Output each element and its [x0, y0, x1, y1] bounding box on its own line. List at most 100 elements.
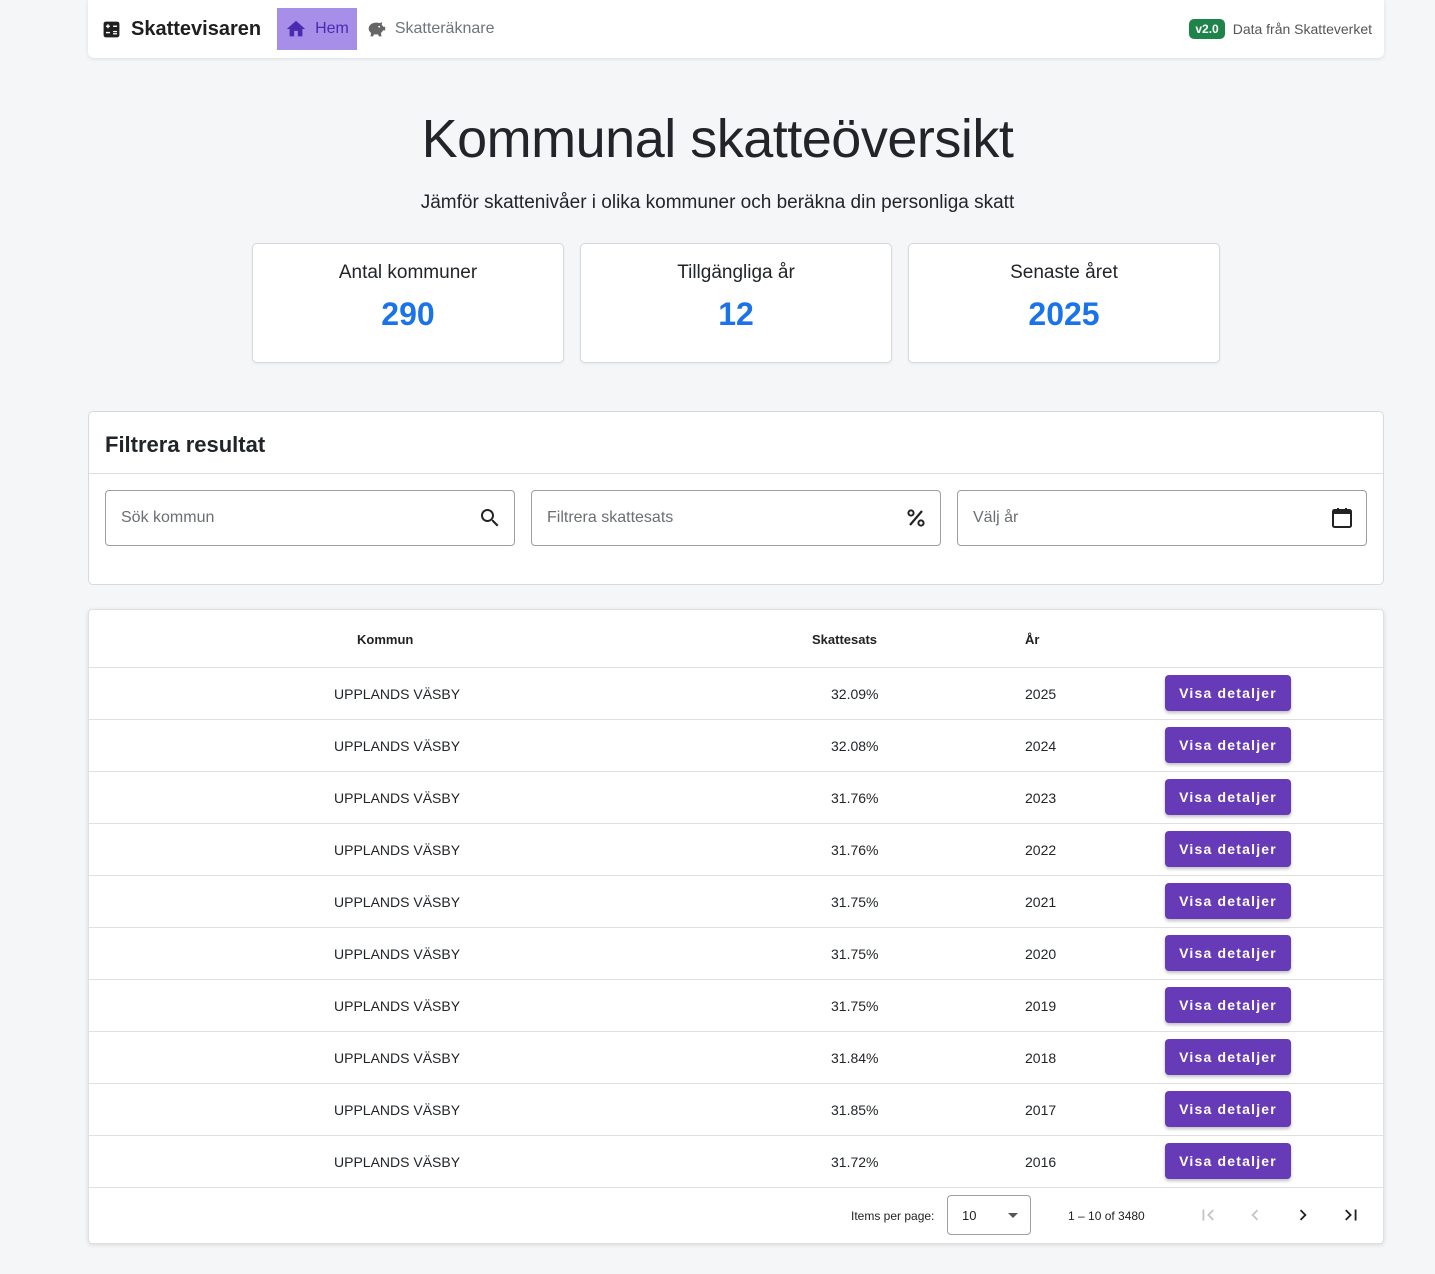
- items-per-page-label: Items per page:: [851, 1209, 935, 1223]
- table-row: UPPLANDS VÄSBY 31.75% 2019 Visa detaljer: [89, 980, 1383, 1032]
- nav-link-label: Skatteräknare: [394, 20, 495, 37]
- table-header: Kommun Skattesats År: [89, 610, 1383, 668]
- table-row: UPPLANDS VÄSBY 31.75% 2021 Visa detaljer: [89, 876, 1383, 928]
- cell-kommun: UPPLANDS VÄSBY: [334, 738, 461, 754]
- first-page-icon: [1202, 1209, 1214, 1221]
- stat-label: Antal kommuner: [338, 262, 478, 283]
- results-table: Kommun Skattesats År UPPLANDS VÄSBY 32.09…: [88, 609, 1384, 1244]
- year-input[interactable]: [973, 509, 1330, 527]
- visa-detaljer-button[interactable]: Visa detaljer: [1165, 883, 1291, 919]
- cell-ar: 2016: [1025, 1154, 1057, 1170]
- visa-detaljer-button[interactable]: Visa detaljer: [1165, 1091, 1291, 1127]
- cell-kommun: UPPLANDS VÄSBY: [334, 1050, 461, 1066]
- items-per-page-select[interactable]: 10: [947, 1195, 1031, 1235]
- cell-skattesats: 32.09%: [831, 686, 879, 702]
- cell-kommun: UPPLANDS VÄSBY: [334, 842, 461, 858]
- last-page-icon: [1345, 1209, 1357, 1221]
- cell-ar: 2017: [1025, 1102, 1057, 1118]
- filter-card: Filtrera resultat: [88, 411, 1384, 585]
- cell-kommun: UPPLANDS VÄSBY: [334, 790, 461, 806]
- cell-skattesats: 31.72%: [831, 1154, 879, 1170]
- cell-ar: 2018: [1025, 1050, 1057, 1066]
- cell-ar: 2021: [1025, 894, 1057, 910]
- cell-kommun: UPPLANDS VÄSBY: [334, 686, 461, 702]
- dropdown-arrow-icon: [1008, 1212, 1018, 1218]
- calculator-icon: [103, 21, 120, 37]
- stat-card-kommuner: Antal kommuner 290: [252, 243, 564, 363]
- stat-label: Senaste året: [1010, 262, 1118, 283]
- rate-input[interactable]: [547, 509, 904, 527]
- nav-link-hem[interactable]: Hem: [277, 8, 357, 50]
- version-badge: v2.0: [1189, 19, 1225, 39]
- cell-ar: 2024: [1025, 738, 1057, 754]
- column-header-skattesats[interactable]: Skattesats: [812, 632, 877, 647]
- cell-kommun: UPPLANDS VÄSBY: [334, 998, 461, 1014]
- page-subtitle: Jämför skattenivåer i olika kommuner och…: [420, 192, 1015, 213]
- search-input[interactable]: [121, 509, 478, 527]
- cell-ar: 2022: [1025, 842, 1057, 858]
- chevron-right-icon: [1299, 1209, 1307, 1221]
- column-header-kommun[interactable]: Kommun: [357, 632, 413, 647]
- cell-ar: 2023: [1025, 790, 1057, 806]
- visa-detaljer-button[interactable]: Visa detaljer: [1165, 1039, 1291, 1075]
- visa-detaljer-button[interactable]: Visa detaljer: [1165, 935, 1291, 971]
- cell-skattesats: 31.84%: [831, 1050, 879, 1066]
- nav-link-skatteraknare[interactable]: Skatteräknare: [357, 8, 503, 50]
- page-range: 1 – 10 of 3480: [1068, 1209, 1145, 1223]
- cell-kommun: UPPLANDS VÄSBY: [334, 946, 461, 962]
- table-row: UPPLANDS VÄSBY 31.85% 2017 Visa detaljer: [89, 1084, 1383, 1136]
- table-row: UPPLANDS VÄSBY 31.75% 2020 Visa detaljer: [89, 928, 1383, 980]
- cell-skattesats: 31.76%: [831, 842, 879, 858]
- cell-skattesats: 31.75%: [831, 998, 879, 1014]
- last-page-button[interactable]: [1338, 1202, 1364, 1228]
- table-row: UPPLANDS VÄSBY 32.08% 2024 Visa detaljer: [89, 720, 1383, 772]
- stat-card-senaste: Senaste året 2025: [908, 243, 1220, 363]
- rate-field[interactable]: [531, 490, 941, 546]
- cell-kommun: UPPLANDS VÄSBY: [334, 1154, 461, 1170]
- cell-skattesats: 31.85%: [831, 1102, 879, 1118]
- filter-title: Filtrera resultat: [89, 412, 1383, 474]
- brand[interactable]: Skattevisaren: [102, 18, 261, 41]
- table-row: UPPLANDS VÄSBY 31.76% 2023 Visa detaljer: [89, 772, 1383, 824]
- page-title: Kommunal skatteöversikt: [421, 109, 1014, 169]
- visa-detaljer-button[interactable]: Visa detaljer: [1165, 831, 1291, 867]
- cell-kommun: UPPLANDS VÄSBY: [334, 1102, 461, 1118]
- cell-ar: 2019: [1025, 998, 1057, 1014]
- column-header-ar[interactable]: År: [1025, 632, 1039, 647]
- chevron-left-icon: [1251, 1209, 1259, 1221]
- year-field[interactable]: [957, 490, 1367, 546]
- visa-detaljer-button[interactable]: Visa detaljer: [1165, 675, 1291, 711]
- stat-value: 12: [718, 296, 754, 332]
- table-row: UPPLANDS VÄSBY 31.84% 2018 Visa detaljer: [89, 1032, 1383, 1084]
- calendar-icon: [1332, 508, 1352, 528]
- cell-ar: 2020: [1025, 946, 1057, 962]
- visa-detaljer-button[interactable]: Visa detaljer: [1165, 1143, 1291, 1179]
- search-field[interactable]: [105, 490, 515, 546]
- cell-kommun: UPPLANDS VÄSBY: [334, 894, 461, 910]
- home-icon: [286, 20, 306, 37]
- cell-skattesats: 32.08%: [831, 738, 879, 754]
- navbar: Skattevisaren Hem Skatteräknare v2.0 Dat…: [88, 0, 1384, 58]
- brand-name: Skattevisaren: [131, 17, 262, 40]
- piggy-bank-icon: [368, 22, 386, 37]
- cell-skattesats: 31.76%: [831, 790, 879, 806]
- cell-skattesats: 31.75%: [831, 946, 879, 962]
- stat-label: Tillgängliga år: [677, 262, 795, 283]
- nav-link-label: Hem: [315, 20, 349, 37]
- cell-skattesats: 31.75%: [831, 894, 879, 910]
- stat-value: 2025: [1028, 296, 1100, 332]
- items-per-page-value: 10: [962, 1207, 977, 1223]
- paginator: Items per page: 10 1 – 10 of 3480: [89, 1188, 1383, 1244]
- table-row: UPPLANDS VÄSBY 32.09% 2025 Visa detaljer: [89, 668, 1383, 720]
- visa-detaljer-button[interactable]: Visa detaljer: [1165, 987, 1291, 1023]
- visa-detaljer-button[interactable]: Visa detaljer: [1165, 727, 1291, 763]
- stat-card-ar: Tillgängliga år 12: [580, 243, 892, 363]
- first-page-button[interactable]: [1195, 1202, 1221, 1228]
- next-page-button[interactable]: [1290, 1202, 1316, 1228]
- search-icon: [481, 509, 499, 527]
- table-row: UPPLANDS VÄSBY 31.76% 2022 Visa detaljer: [89, 824, 1383, 876]
- cell-ar: 2025: [1025, 686, 1057, 702]
- visa-detaljer-button[interactable]: Visa detaljer: [1165, 779, 1291, 815]
- previous-page-button[interactable]: [1242, 1202, 1268, 1228]
- percent-icon: [907, 509, 925, 527]
